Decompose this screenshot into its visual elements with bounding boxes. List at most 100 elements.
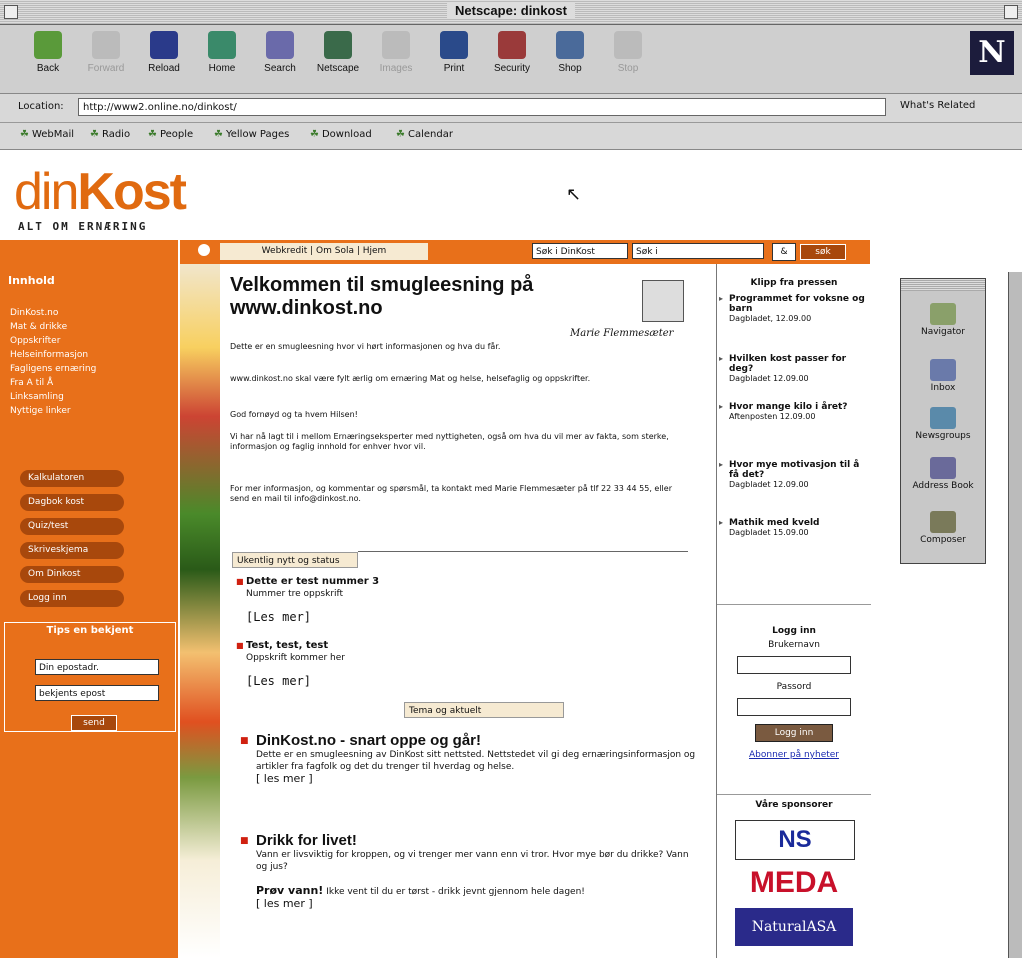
login-button[interactable]: Logg inn [755,724,833,742]
personal-download[interactable]: Download [310,129,372,140]
palette-navigator[interactable]: Navigator [901,303,985,337]
inbox-icon [930,359,956,381]
palette-label: Navigator [920,327,966,337]
print-icon [440,31,468,59]
feature-extra-bold: Prøv vann! [256,884,324,897]
press-item[interactable]: Hvor mange kilo i året?Aftenposten 12.09… [719,402,867,422]
news-item: Test, test, test Oppskrift kommer her [236,640,345,664]
palette-address-book[interactable]: Address Book [901,457,985,491]
sponsor-natural-logo[interactable]: NaturalASA [735,908,853,946]
nav-link[interactable]: Helseinformasjon [10,350,88,360]
personal-radio[interactable]: Radio [90,129,130,140]
personal-calendar[interactable]: Calendar [396,129,453,140]
intro-paragraph: For mer informasjon, og kommentar og spø… [230,484,672,503]
palette-newsgroups[interactable]: Newsgroups [901,407,985,441]
shop-button[interactable]: Shop [544,31,596,74]
author-photo [642,280,684,322]
forward-button[interactable]: Forward [80,31,132,74]
nav-link[interactable]: Mat & drikke [10,322,67,332]
site-tagline: ALT OM ERNÆRING [18,220,148,233]
close-box-icon[interactable] [4,5,18,19]
personal-webmail[interactable]: WebMail [20,129,74,140]
personal-yellow-pages[interactable]: Yellow Pages [214,129,289,140]
vertical-scrollbar[interactable] [1008,272,1022,958]
read-more-link[interactable]: [Les mer] [246,674,311,688]
nav-link[interactable]: Linksamling [10,392,64,402]
location-label: Location: [18,101,64,112]
window-title-bar[interactable]: Netscape: dinkost [0,0,1022,25]
forward-label: Forward [87,63,125,74]
images-icon [382,31,410,59]
feature-item: Drikk for livet!Vann er livsviktig for k… [240,832,696,911]
back-icon [34,31,62,59]
press-item[interactable]: Hvor mye motivasjon til å få det?Dagblad… [719,460,867,490]
nav-link[interactable]: Fra A til Å [10,378,53,388]
forward-icon [92,31,120,59]
back-button[interactable]: Back [22,31,74,74]
palette-label: Inbox [930,383,956,393]
author-signature: Marie Flemmesæter [570,328,674,339]
whats-related-button[interactable]: What's Related [900,100,975,111]
palette-title-bar[interactable] [901,279,985,291]
zoom-box-icon[interactable] [1004,5,1018,19]
press-item[interactable]: Hvilken kost passer for deg?Dagbladet 12… [719,354,867,384]
news-title[interactable]: Dette er test nummer 3 [246,576,379,587]
sponsor-ns-logo[interactable]: NS [735,820,855,860]
nav-pill-button[interactable]: Om Dinkost [20,566,124,583]
breadcrumb[interactable]: Webkredit | Om Sola | Hjem [220,243,428,260]
feature-title[interactable]: Drikk for livet! [256,832,357,849]
composer-icon [930,511,956,533]
news-item: Dette er test nummer 3 Nummer tre oppskri… [236,576,379,600]
nav-link[interactable]: Nyttige linker [10,406,71,416]
read-more-link[interactable]: [ les mer ] [256,772,313,785]
news-title[interactable]: Test, test, test [246,640,328,651]
search-button[interactable]: Search [254,31,306,74]
nav-pill-button[interactable]: Dagbok kost [20,494,124,511]
search-submit-button[interactable]: søk [800,244,846,260]
home-button[interactable]: Home [196,31,248,74]
reload-button[interactable]: Reload [138,31,190,74]
feature-title[interactable]: DinKost.no - snart oppe og går! [256,732,481,749]
read-more-link[interactable]: [Les mer] [246,610,311,624]
username-input[interactable] [737,656,851,674]
press-item[interactable]: Mathik med kveldDagbladet 15.09.00 [719,518,867,538]
press-item[interactable]: Programmet for voksne og barnDagbladet, … [719,294,867,324]
tips-send-button[interactable]: send [71,715,117,731]
images-button[interactable]: Images [370,31,422,74]
site-logo[interactable]: dinKost [14,162,187,222]
tips-email-input[interactable]: Din epostadr. [35,659,159,675]
shop-label: Shop [558,63,582,74]
nav-link[interactable]: DinKost.no [10,308,58,318]
press-title: Programmet for voksne og barn [729,294,865,314]
netscape-button[interactable]: Netscape [312,31,364,74]
subscribe-link[interactable]: Abonner på nyheter [717,750,871,760]
main-content: Velkommen til smugleesning på www.dinkos… [230,270,714,958]
nav-pill-button[interactable]: Quiz/test [20,518,124,535]
search-option-button[interactable]: & [772,243,796,261]
print-button[interactable]: Print [428,31,480,74]
stop-button[interactable]: Stop [602,31,654,74]
palette-composer[interactable]: Composer [901,511,985,545]
read-more-link[interactable]: [ les mer ] [256,897,313,910]
password-input[interactable] [737,698,851,716]
stop-icon [614,31,642,59]
palette-inbox[interactable]: Inbox [901,359,985,393]
nav-heading: Innhold [8,274,55,287]
security-button[interactable]: Security [486,31,538,74]
search-scope-select[interactable]: Søk i DinKost [532,243,628,259]
url-input[interactable]: http://www2.online.no/dinkost/ [78,98,886,116]
nav-pill-button[interactable]: Kalkulatoren [20,470,124,487]
sponsor-meda-logo[interactable]: MEDA [735,864,853,902]
component-palette[interactable]: Navigator Inbox Newsgroups Address Book … [900,278,986,564]
palette-label: Composer [920,535,966,545]
feature-text: Vann er livsviktig for kroppen, og vi tr… [256,850,689,872]
press-meta: Dagbladet 12.09.00 [729,480,809,489]
nav-pill-button[interactable]: Logg inn [20,590,124,607]
nav-pill-button[interactable]: Skriveskjema [20,542,124,559]
personal-people[interactable]: People [148,129,193,140]
netscape-label: Netscape [316,63,360,74]
nav-link[interactable]: Oppskrifter [10,336,60,346]
nav-link[interactable]: Fagligens ernæring [10,364,96,374]
tips-friend-input[interactable]: bekjents epost [35,685,159,701]
search-input[interactable]: Søk i [632,243,764,259]
